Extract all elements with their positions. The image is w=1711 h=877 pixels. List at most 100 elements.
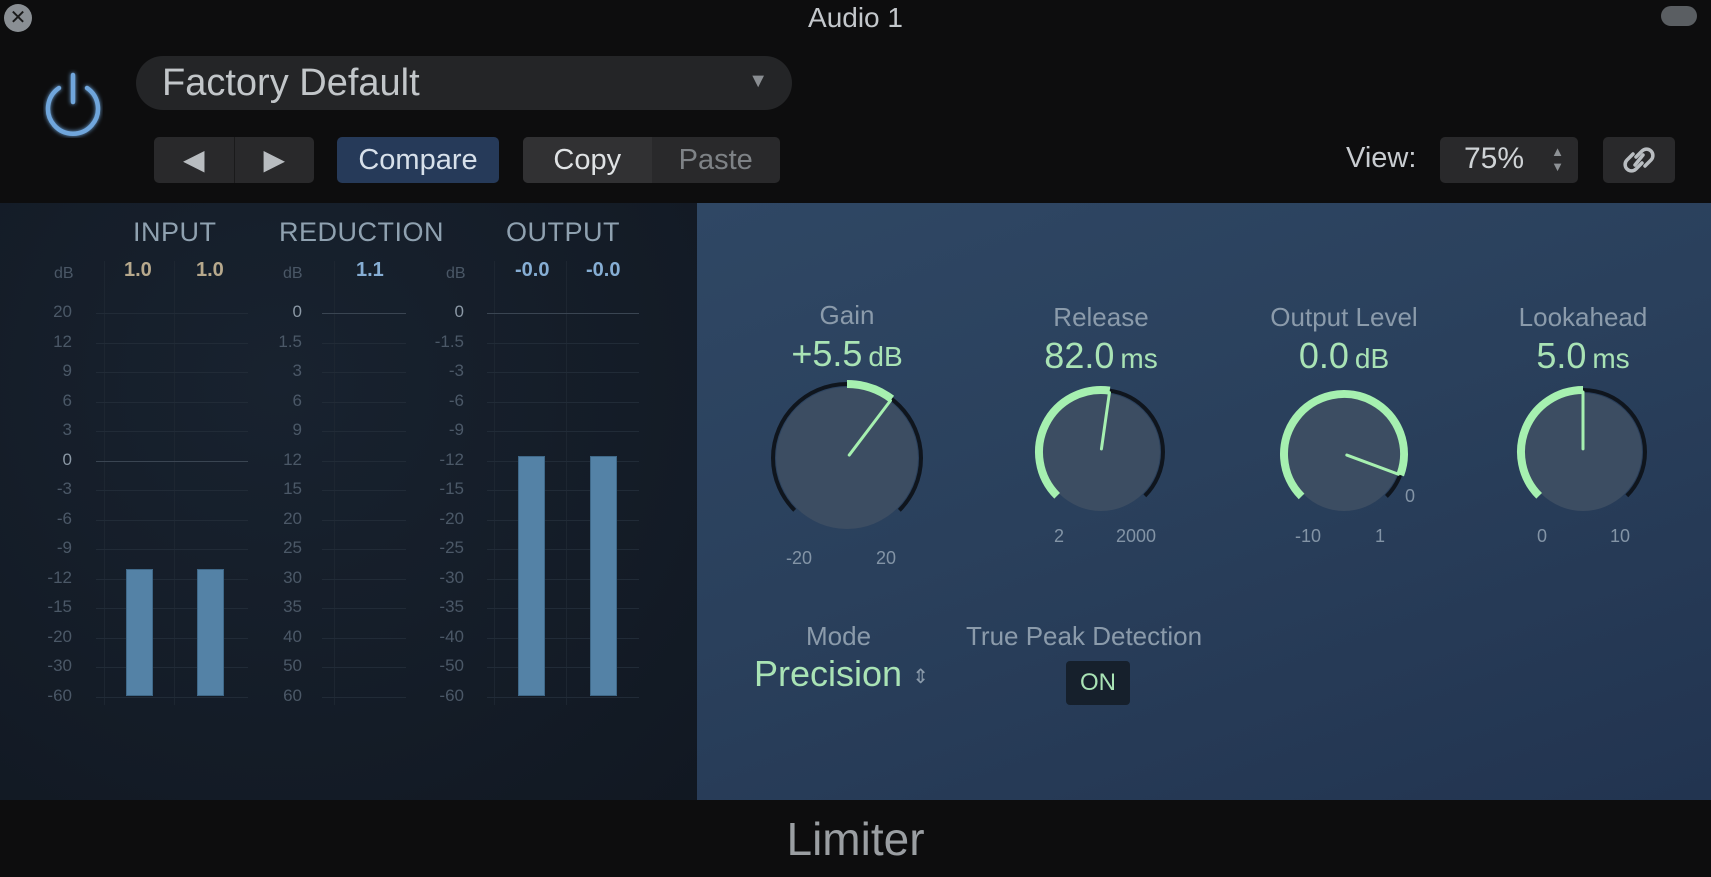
meter-gridline bbox=[322, 342, 406, 344]
meter-gridline bbox=[322, 401, 406, 403]
meter-gridline bbox=[322, 490, 406, 491]
paste-button[interactable]: Paste bbox=[652, 137, 781, 183]
output-peak-readout[interactable]: -0.0 bbox=[515, 259, 549, 282]
gain-label: Gain bbox=[819, 300, 875, 330]
gain-knob-body bbox=[776, 387, 918, 529]
meter-gridline bbox=[322, 696, 406, 698]
triangle-left-icon: ◀ bbox=[182, 144, 205, 175]
release-label: Release bbox=[1053, 302, 1149, 332]
gain-min-label: -20 bbox=[786, 548, 813, 568]
meter-gridline bbox=[322, 578, 406, 580]
meter-gridline bbox=[487, 431, 639, 432]
input-peak-readout[interactable]: 1.0 bbox=[124, 259, 152, 282]
reduction-scale-tick: 30 bbox=[283, 567, 302, 587]
input-scale-tick: 20 bbox=[53, 302, 72, 321]
meter-gridline bbox=[96, 342, 248, 344]
output-scale-tick: -50 bbox=[439, 656, 464, 675]
meter-gridline bbox=[322, 431, 406, 432]
input-scale-tick: 9 bbox=[62, 361, 72, 380]
gain-max-label: 20 bbox=[876, 548, 897, 568]
meter-gridline bbox=[96, 313, 248, 314]
input-scale-tick: -3 bbox=[56, 479, 72, 498]
meter-gridline bbox=[96, 490, 248, 491]
meter-gridline bbox=[322, 519, 406, 521]
meter-gridline bbox=[96, 578, 248, 580]
lookahead-min-label: 0 bbox=[1537, 526, 1548, 546]
reduction-scale-tick: 6 bbox=[292, 390, 302, 410]
reduction-scale-tick: 12 bbox=[283, 449, 302, 469]
input-scale-tick: -20 bbox=[47, 626, 72, 646]
meter-gridline bbox=[322, 460, 406, 462]
power-icon bbox=[45, 72, 101, 136]
reduction-scale-tick: 9 bbox=[292, 420, 302, 439]
meter-gridline bbox=[322, 608, 406, 609]
lookahead-max-label: 10 bbox=[1610, 526, 1631, 546]
preset-name: Factory Default bbox=[162, 62, 420, 104]
input-scale-tick: 0 bbox=[62, 449, 72, 469]
preset-menu[interactable]: Factory Default ▼ bbox=[136, 56, 792, 110]
gain-knob[interactable] bbox=[757, 368, 937, 548]
copy-paste-group: Copy Paste bbox=[523, 137, 780, 183]
lookahead-knob[interactable] bbox=[1493, 362, 1673, 542]
meter-gridline bbox=[96, 401, 248, 403]
mode-select[interactable]: Precision ⇕ bbox=[754, 653, 929, 695]
gain-control: Gain +5.5 dB bbox=[727, 300, 967, 375]
up-down-stepper-icon: ▲ ▼ bbox=[1551, 144, 1564, 174]
output-scale-tick: -12 bbox=[439, 449, 464, 469]
reduction-scale-tick: 0 bbox=[292, 302, 302, 321]
link-icon bbox=[1623, 147, 1655, 173]
previous-preset-button[interactable]: ◀ bbox=[154, 137, 235, 183]
meter-gridline bbox=[322, 637, 406, 639]
release-knob[interactable] bbox=[1011, 362, 1191, 542]
mode-value: Precision bbox=[754, 653, 903, 694]
meter-gridline bbox=[96, 460, 248, 462]
reduction-peak-readout[interactable]: 1.1 bbox=[356, 259, 384, 282]
output-scale-tick: -1.5 bbox=[434, 331, 464, 351]
reduction-scale-tick: 40 bbox=[283, 626, 302, 646]
input-scale-tick: -9 bbox=[56, 538, 72, 557]
next-preset-button[interactable]: ▶ bbox=[235, 137, 315, 183]
output-peak-readout[interactable]: -0.0 bbox=[586, 259, 620, 282]
reduction-scale-tick: 35 bbox=[283, 597, 302, 616]
input-scale-tick: -60 bbox=[47, 685, 72, 705]
output-scale-tick: -35 bbox=[439, 597, 464, 616]
plugin-name: Limiter bbox=[786, 813, 925, 865]
power-button[interactable] bbox=[38, 66, 108, 138]
view-label: View: bbox=[1346, 142, 1417, 174]
reduction-scale-tick: 15 bbox=[283, 479, 302, 498]
window-resize-button[interactable] bbox=[1661, 6, 1697, 26]
view-zoom-select[interactable]: 75% ▲ ▼ bbox=[1440, 137, 1578, 183]
up-down-stepper-icon: ⇕ bbox=[912, 665, 929, 688]
meter-gridline bbox=[96, 431, 248, 432]
compare-button[interactable]: Compare bbox=[337, 137, 499, 183]
mode-label: Mode bbox=[806, 621, 872, 651]
copy-button[interactable]: Copy bbox=[523, 137, 652, 183]
true-peak-detection-label: True Peak Detection bbox=[966, 621, 1203, 651]
release-min-label: 2 bbox=[1054, 526, 1065, 546]
reduction-scale-tick: 20 bbox=[283, 508, 302, 528]
input-scale-tick: 12 bbox=[53, 331, 72, 351]
view-zoom-value: 75% bbox=[1464, 142, 1525, 175]
meter-gridline bbox=[96, 608, 248, 609]
input-meter-title: INPUT bbox=[133, 217, 217, 247]
input-scale-tick: -6 bbox=[56, 508, 72, 528]
output-scale-tick: -30 bbox=[439, 567, 464, 587]
output-scale-tick: -60 bbox=[439, 685, 464, 705]
meter-gridline bbox=[96, 637, 248, 639]
chevron-down-icon: ▼ bbox=[748, 70, 768, 92]
meter-panel: INPUT dB 1.0 1.0 20 12 9 6 3 0 -3 -6 -9 -12 -15 -20 -30-… bbox=[0, 203, 697, 800]
input-peak-readout[interactable]: 1.0 bbox=[196, 259, 224, 282]
link-button[interactable] bbox=[1603, 137, 1675, 183]
input-scale-tick: -15 bbox=[47, 597, 72, 616]
true-peak-detection-toggle[interactable]: ON bbox=[1066, 661, 1130, 705]
output-level-bar bbox=[590, 455, 617, 697]
output-level-min-label: -10 bbox=[1295, 526, 1322, 546]
output-level-zero-label: 0 bbox=[1405, 486, 1416, 506]
reduction-meter-title: REDUCTION bbox=[279, 217, 444, 247]
meter-gridline bbox=[96, 549, 248, 550]
input-scale-tick: 6 bbox=[62, 390, 72, 410]
output-level-knob[interactable] bbox=[1254, 364, 1434, 544]
meter-gridline bbox=[96, 372, 248, 373]
output-meter-title: OUTPUT bbox=[506, 217, 620, 247]
input-scale-tick: 3 bbox=[62, 420, 72, 439]
